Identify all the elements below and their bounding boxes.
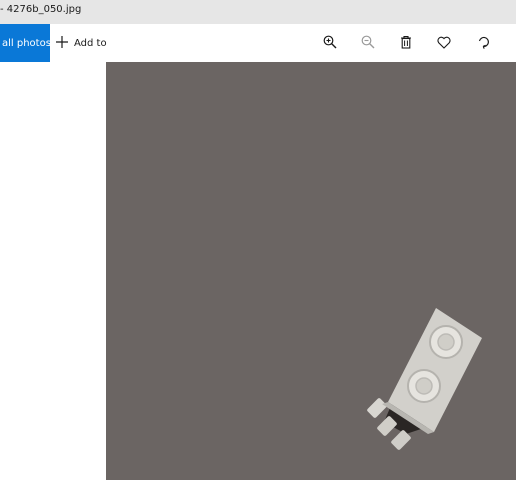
add-to-button[interactable]: Add to [56, 24, 107, 62]
zoom-out-button[interactable] [358, 33, 378, 53]
add-to-label: Add to [74, 37, 107, 49]
plus-icon [56, 35, 68, 51]
favorite-button[interactable] [434, 33, 454, 53]
sidebar [0, 62, 106, 480]
lego-brick-photo [367, 308, 482, 450]
zoom-in-button[interactable] [320, 33, 340, 53]
see-all-photos-button[interactable]: all photos [0, 24, 50, 62]
window-title: - 4276b_050.jpg [0, 4, 82, 15]
rotate-button[interactable] [474, 33, 494, 53]
toolbar: all photos Add to [0, 24, 516, 62]
rotate-icon [477, 34, 491, 53]
zoom-out-icon [361, 34, 375, 53]
see-all-photos-label: all photos [2, 37, 50, 49]
title-bar: - 4276b_050.jpg [0, 0, 516, 24]
delete-button[interactable] [396, 33, 416, 53]
zoom-in-icon [323, 34, 337, 53]
trash-icon [400, 34, 412, 53]
heart-icon [437, 34, 451, 53]
photo-viewer[interactable] [106, 62, 516, 480]
